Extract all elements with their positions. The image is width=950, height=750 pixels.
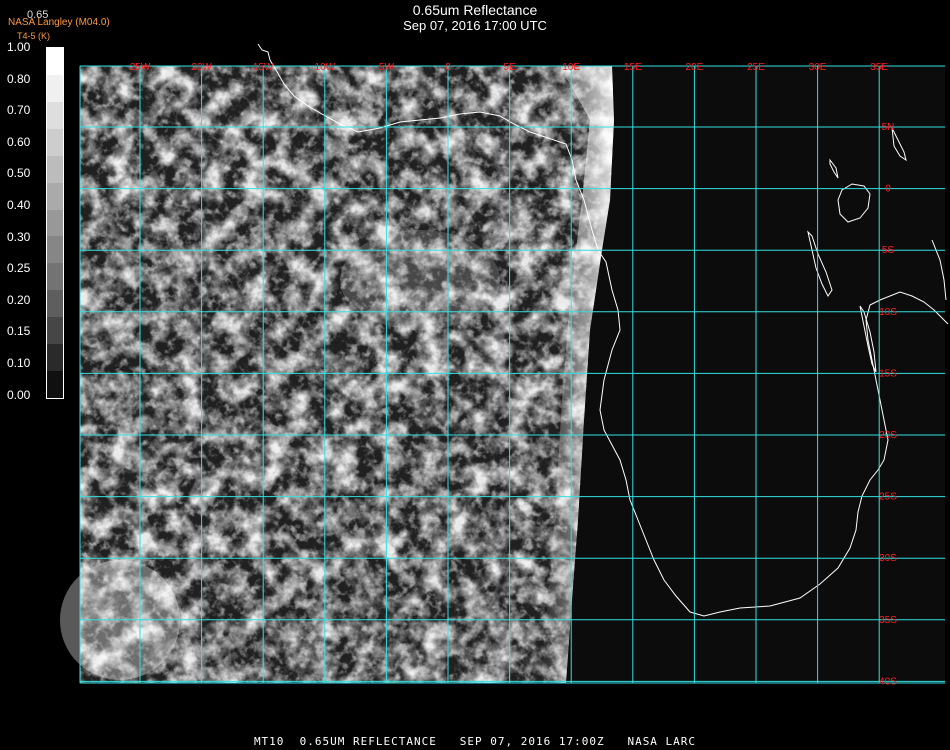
longitude-label: 25E xyxy=(747,62,765,73)
cloud-mass-central xyxy=(340,230,500,330)
latitude-label: 40S xyxy=(879,676,897,687)
longitude-label: 20E xyxy=(686,62,704,73)
latitude-label: 30S xyxy=(879,553,897,564)
longitude-label: 15E xyxy=(624,62,642,73)
latitude-label: 35S xyxy=(879,615,897,626)
longitude-label: 10E xyxy=(562,62,580,73)
footer-caption: MT10 0.65UM REFLECTANCE SEP 07, 2016 17:… xyxy=(253,735,697,748)
longitude-label: 30E xyxy=(809,62,827,73)
longitude-label: 5E xyxy=(503,62,516,73)
latitude-label: 20S xyxy=(879,430,897,441)
latitude-label: 10S xyxy=(879,307,897,318)
latitude-label: 25S xyxy=(879,492,897,503)
latitude-label: 5N xyxy=(882,122,895,133)
latitude-label: 0 xyxy=(885,184,891,195)
satellite-map: 25W 20W 15W 10W 5W 0 5E 10E 15E 20E 25E 30E 35E 5N 0 5… xyxy=(60,43,949,687)
latitude-label: 5S xyxy=(882,245,895,256)
longitude-label: 5W xyxy=(379,62,395,73)
longitude-label: 35E xyxy=(870,62,888,73)
longitude-label: 0 xyxy=(445,62,451,73)
longitude-label: 10W xyxy=(315,62,336,73)
longitude-label: 15W xyxy=(253,62,274,73)
longitude-label: 20W xyxy=(191,62,212,73)
latitude-label: 15S xyxy=(879,368,897,379)
longitude-label: 25W xyxy=(130,62,151,73)
